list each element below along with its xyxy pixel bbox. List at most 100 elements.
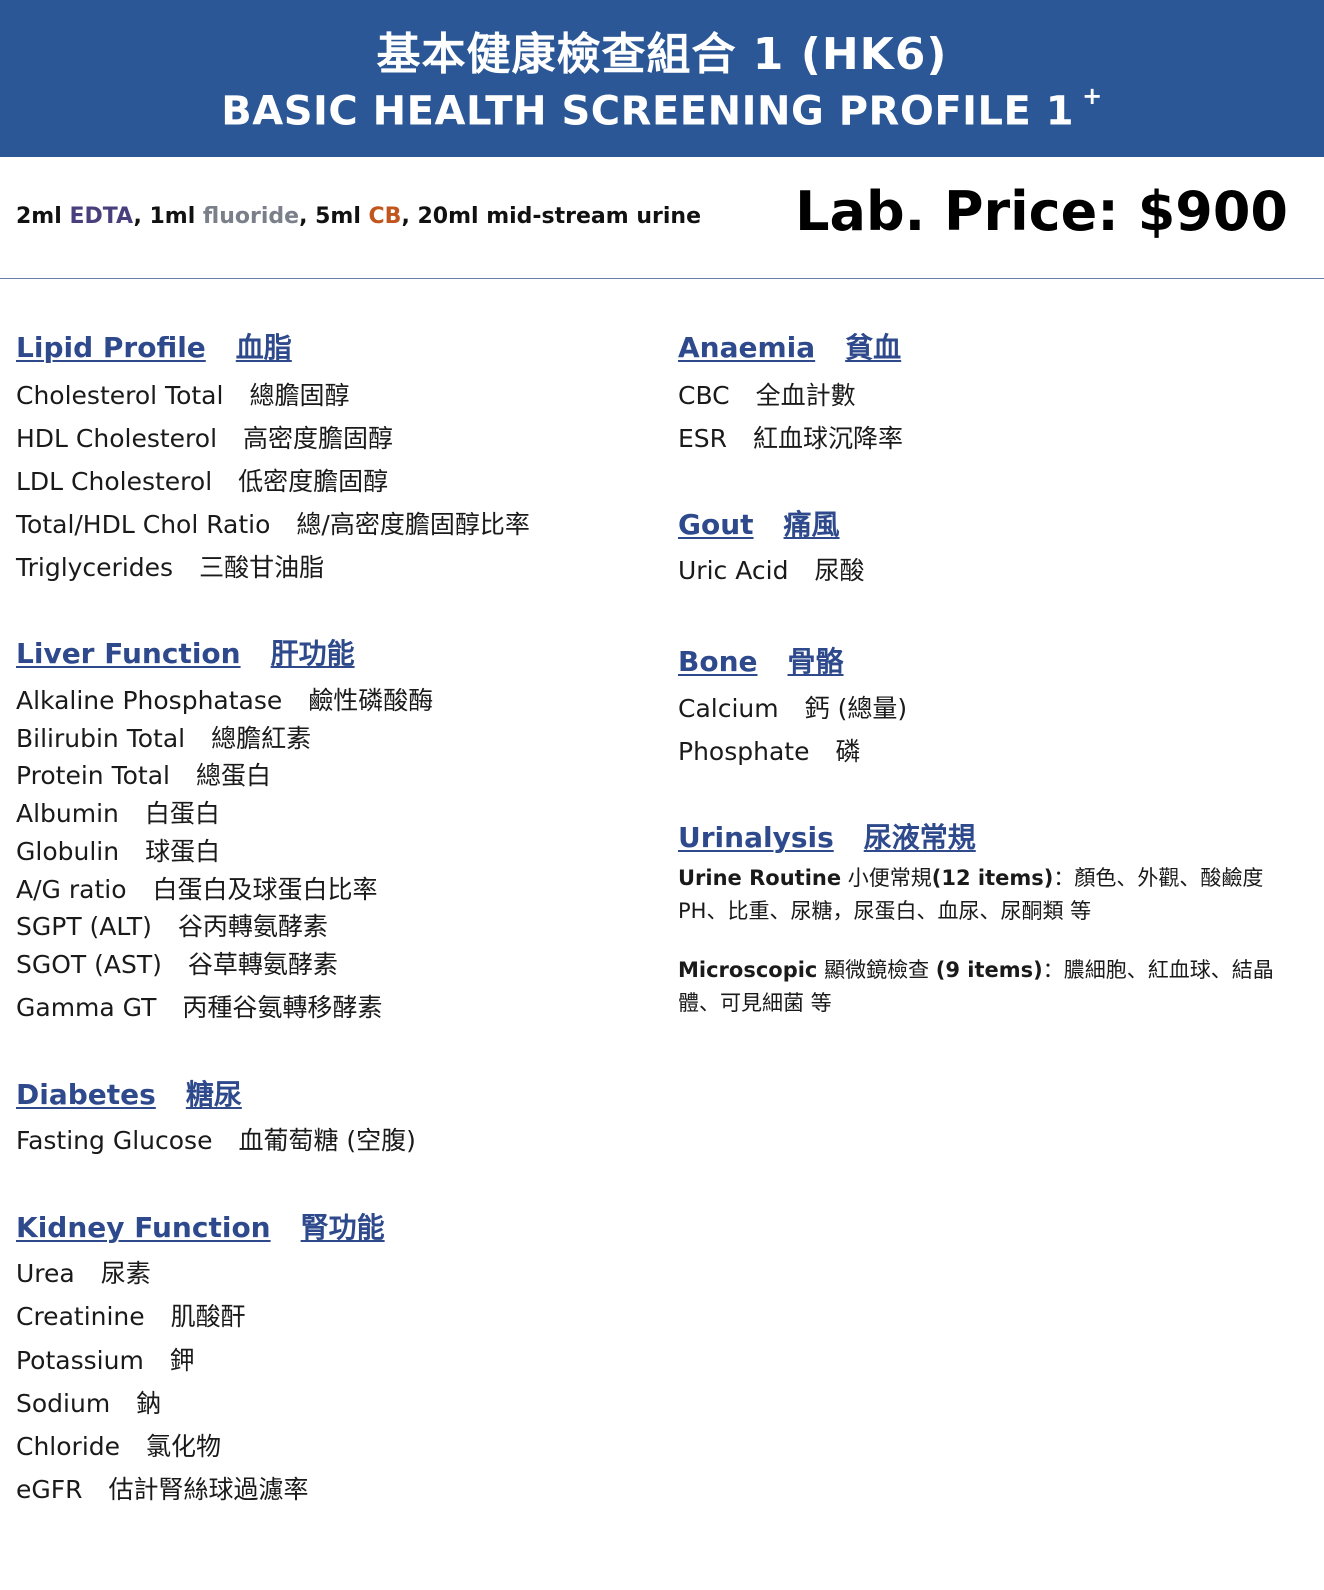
test-name-en: Urea: [16, 1259, 75, 1288]
urine-microscopic: Microscopic 顯微鏡檢查 (9 items)：膿細胞、紅血球、結晶體、…: [678, 954, 1298, 1020]
test-item: HDL Cholesterol 高密度膽固醇: [16, 419, 393, 455]
test-item: Uric Acid 尿酸: [678, 551, 864, 587]
test-name-en: eGFR: [16, 1475, 83, 1504]
section-title-diabetes: Diabetes 糖尿: [16, 1073, 242, 1113]
section-title-en: Lipid Profile: [16, 331, 206, 364]
test-item: Potassium 鉀: [16, 1341, 195, 1377]
test-name-zh: 尿素: [100, 1259, 151, 1288]
test-name-zh: 高密度膽固醇: [243, 424, 394, 453]
test-item: SGOT (AST) 谷草轉氨酵素: [16, 945, 338, 981]
urine-routine-label: Urine Routine: [678, 866, 842, 890]
test-name-zh: 谷草轉氨酵素: [187, 950, 338, 979]
test-name-en: Fasting Glucose: [16, 1126, 213, 1155]
sample-requirements: 2ml EDTA, 1ml fluoride, 5ml CB, 20ml mid…: [16, 204, 701, 229]
test-item: Urea 尿素: [16, 1254, 151, 1290]
test-item: Sodium 鈉: [16, 1384, 161, 1420]
sample-text: , 1ml: [133, 204, 203, 229]
section-title-zh: 糖尿: [185, 1078, 242, 1111]
test-item: Cholesterol Total 總膽固醇: [16, 376, 349, 412]
section-title-gout: Gout 痛風: [678, 503, 840, 543]
test-item: ESR 紅血球沉降率: [678, 419, 903, 455]
sample-edta: EDTA: [69, 204, 134, 229]
test-name-en: Uric Acid: [678, 556, 789, 585]
urine-micro-zh: 顯微鏡檢查: [817, 958, 936, 982]
sample-text: , 20ml mid-stream urine: [401, 204, 701, 229]
section-title-en: Gout: [678, 508, 754, 541]
test-name-en: SGOT (AST): [16, 950, 162, 979]
sample-fluoride: fluoride: [202, 204, 300, 229]
test-name-en: Globulin: [16, 837, 120, 866]
test-name-en: Potassium: [16, 1346, 144, 1375]
test-name-en: Bilirubin Total: [16, 724, 186, 753]
test-name-zh: 血葡萄糖 (空腹): [238, 1126, 416, 1155]
test-item: Gamma GT 丙種谷氨轉移酵素: [16, 988, 382, 1024]
test-name-en: Alkaline Phosphatase: [16, 686, 283, 715]
test-name-en: CBC: [678, 381, 730, 410]
test-name-en: Total/HDL Chol Ratio: [16, 510, 271, 539]
test-name-zh: 球蛋白: [145, 837, 221, 866]
section-title-en: Diabetes: [16, 1078, 156, 1111]
urine-routine-zh: 小便常規: [841, 866, 932, 890]
test-item: A/G ratio 白蛋白及球蛋白比率: [16, 870, 378, 906]
test-name-en: Creatinine: [16, 1302, 145, 1331]
test-name-zh: 谷丙轉氨酵素: [177, 912, 328, 941]
test-name-zh: 磷: [835, 737, 861, 766]
test-name-zh: 總膽紅素: [211, 724, 312, 753]
title-chinese: 基本健康檢查組合 1 (HK6): [376, 29, 948, 80]
test-name-zh: 鹼性磷酸酶: [308, 686, 434, 715]
test-name-zh: 丙種谷氨轉移酵素: [182, 993, 383, 1022]
test-name-en: Protein Total: [16, 761, 170, 790]
test-name-en: Cholesterol Total: [16, 381, 224, 410]
section-title-zh: 腎功能: [300, 1211, 385, 1244]
test-name-en: Chloride: [16, 1432, 121, 1461]
test-name-zh: 總蛋白: [195, 761, 271, 790]
test-item: Total/HDL Chol Ratio 總/高密度膽固醇比率: [16, 505, 530, 541]
test-name-en: Albumin: [16, 799, 119, 828]
test-item: Chloride 氯化物: [16, 1427, 221, 1463]
section-title-bone: Bone 骨骼: [678, 640, 844, 680]
test-name-en: Triglycerides: [16, 553, 174, 582]
test-name-en: Gamma GT: [16, 993, 157, 1022]
test-item: Alkaline Phosphatase 鹼性磷酸酶: [16, 681, 433, 717]
section-title-anaemia: Anaemia 貧血: [678, 326, 901, 366]
sample-text: , 5ml: [299, 204, 369, 229]
title-mark: +: [1082, 82, 1103, 110]
section-title-en: Anaemia: [678, 331, 816, 364]
test-item: Creatinine 肌酸酐: [16, 1297, 246, 1333]
lab-price: Lab. Price: $900: [795, 180, 1288, 243]
section-title-en: Liver Function: [16, 637, 241, 670]
test-name-zh: 尿酸: [814, 556, 865, 585]
test-item: Fasting Glucose 血葡萄糖 (空腹): [16, 1121, 416, 1157]
section-title-en: Bone: [678, 645, 758, 678]
section-title-urinalysis: Urinalysis 尿液常規: [678, 816, 976, 856]
test-name-en: HDL Cholesterol: [16, 424, 218, 453]
urine-routine: Urine Routine 小便常規(12 items)：顏色、外觀、酸鹼度 P…: [678, 862, 1298, 928]
section-title-zh: 肝功能: [270, 637, 355, 670]
test-item: Calcium 鈣 (總量): [678, 689, 907, 725]
header-divider: [0, 278, 1324, 279]
test-item: Triglycerides 三酸甘油脂: [16, 548, 324, 584]
sample-cb: CB: [368, 204, 402, 229]
test-name-zh: 三酸甘油脂: [199, 553, 325, 582]
section-title-liver: Liver Function 肝功能: [16, 632, 355, 672]
test-name-zh: 總膽固醇: [249, 381, 350, 410]
sample-text: 2ml: [16, 204, 70, 229]
test-name-zh: 總/高密度膽固醇比率: [296, 510, 530, 539]
section-title-en: Kidney Function: [16, 1211, 271, 1244]
test-name-en: Sodium: [16, 1389, 111, 1418]
test-name-zh: 低密度膽固醇: [238, 467, 389, 496]
test-item: Globulin 球蛋白: [16, 832, 220, 868]
section-title-zh: 痛風: [783, 508, 840, 541]
title-english: BASIC HEALTH SCREENING PROFILE 1 +: [0, 82, 1324, 134]
test-name-zh: 鉀: [169, 1346, 195, 1375]
test-name-zh: 鈣 (總量): [804, 694, 908, 723]
test-item: SGPT (ALT) 谷丙轉氨酵素: [16, 907, 328, 943]
test-name-zh: 肌酸酐: [170, 1302, 246, 1331]
test-item: Phosphate 磷: [678, 732, 860, 768]
test-item: CBC 全血計數: [678, 376, 856, 412]
section-title-zh: 血脂: [235, 331, 292, 364]
test-item: Protein Total 總蛋白: [16, 756, 271, 792]
urine-micro-count: (9 items): [935, 958, 1043, 982]
test-name-zh: 白蛋白: [144, 799, 220, 828]
section-title-en: Urinalysis: [678, 821, 834, 854]
